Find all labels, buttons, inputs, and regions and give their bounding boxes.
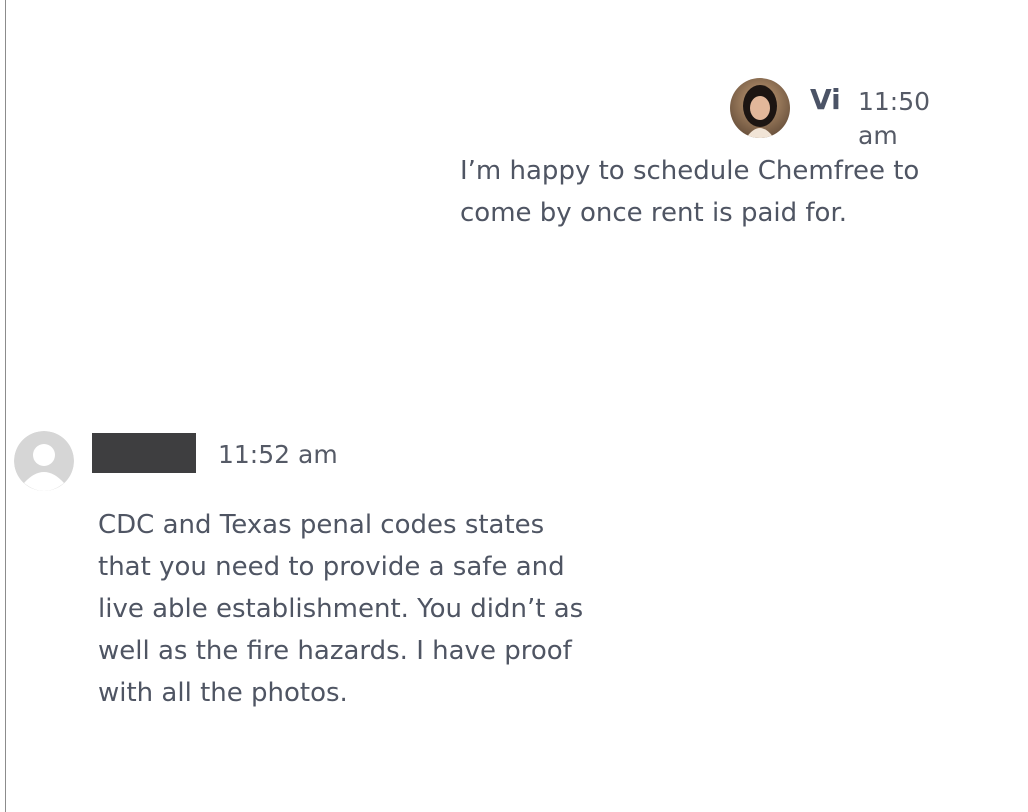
user-photo-avatar-icon xyxy=(730,78,790,138)
message-text: CDC and Texas penal codes states that yo… xyxy=(98,510,584,708)
message-timestamp: 11:52 am xyxy=(218,440,338,469)
left-border-line xyxy=(5,0,6,812)
message-text: I’m happy to schedule Chemfree to come b… xyxy=(460,156,920,228)
avatar[interactable] xyxy=(14,431,74,491)
redacted-sender-name xyxy=(92,433,196,473)
message-timestamp: 11:50 am xyxy=(858,87,931,150)
sender-name[interactable]: Vi xyxy=(810,82,841,118)
avatar[interactable] xyxy=(730,78,790,138)
default-user-avatar-icon xyxy=(14,431,74,491)
